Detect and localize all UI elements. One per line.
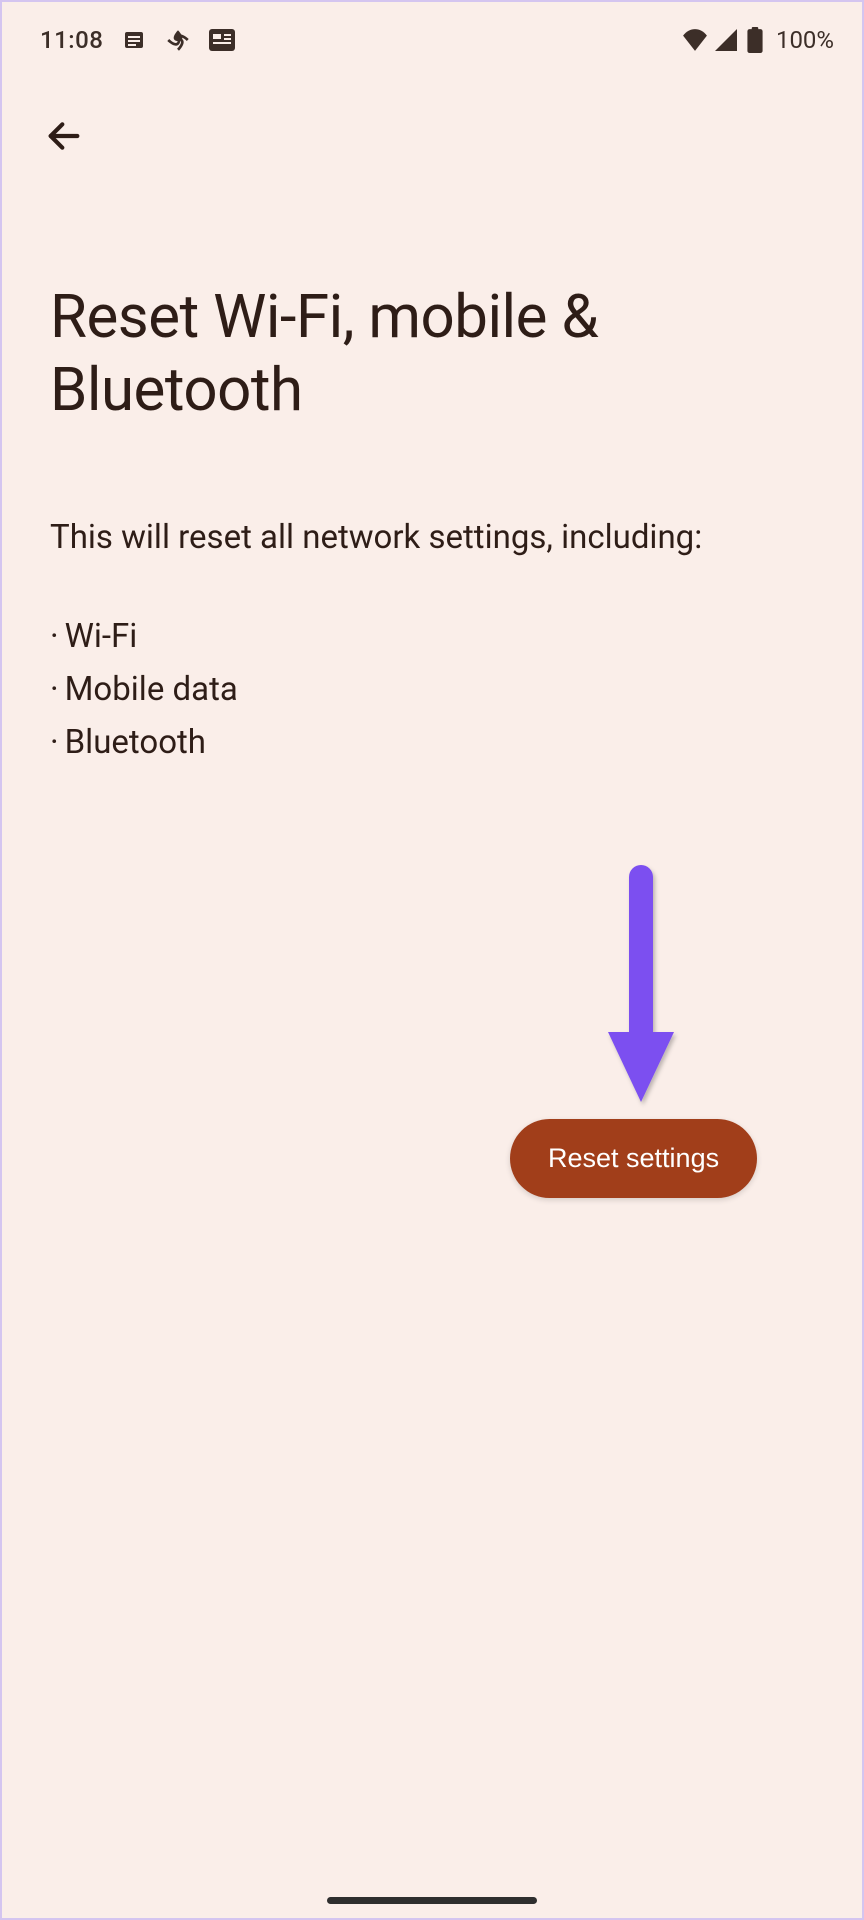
status-bar-left: 11:08 xyxy=(40,26,235,54)
wifi-icon xyxy=(682,27,708,53)
status-time: 11:08 xyxy=(40,26,103,54)
photos-icon xyxy=(165,27,191,53)
list-item-label: Mobile data xyxy=(65,664,238,717)
reset-items-list: · Wi-Fi · Mobile data · Bluetooth xyxy=(2,571,862,789)
bullet-dot: · xyxy=(50,611,59,664)
list-item-label: Bluetooth xyxy=(65,717,206,770)
battery-icon xyxy=(742,27,768,53)
bullet-dot: · xyxy=(50,664,59,717)
battery-percentage: 100% xyxy=(776,26,834,54)
page-title: Reset Wi-Fi, mobile & Bluetooth xyxy=(2,180,862,456)
arrow-left-icon xyxy=(44,116,84,156)
bullet-dot: · xyxy=(50,717,59,770)
list-item-label: Wi-Fi xyxy=(65,611,138,664)
signal-icon xyxy=(712,27,738,53)
back-button[interactable] xyxy=(40,112,88,160)
annotation-arrow-icon xyxy=(596,857,686,1117)
status-bar: 11:08 xyxy=(2,2,862,72)
page-description: This will reset all network settings, in… xyxy=(2,456,862,571)
status-bar-right: 100% xyxy=(682,26,834,54)
reset-settings-button[interactable]: Reset settings xyxy=(510,1119,757,1198)
list-item: · Bluetooth xyxy=(50,717,814,770)
navigation-handle[interactable] xyxy=(327,1897,537,1904)
list-item: · Wi-Fi xyxy=(50,611,814,664)
news-icon xyxy=(209,27,235,53)
messages-icon xyxy=(121,27,147,53)
list-item: · Mobile data xyxy=(50,664,814,717)
